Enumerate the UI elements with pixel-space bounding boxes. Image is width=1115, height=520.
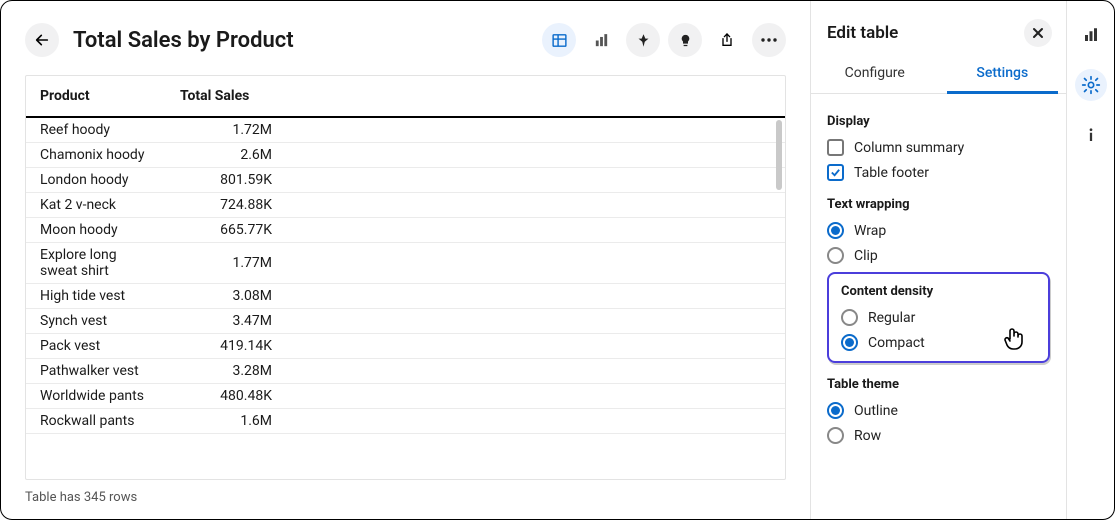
side-panel: Edit table Configure Settings Display Co… <box>810 1 1066 519</box>
table-row[interactable]: Chamonix hoody2.6M <box>26 143 785 168</box>
table-row[interactable]: Pack vest419.14K <box>26 334 785 359</box>
radio-icon <box>827 247 844 264</box>
column-header-total-sales[interactable]: Total Sales <box>166 76 284 117</box>
table-icon <box>551 32 568 49</box>
close-panel-button[interactable] <box>1024 19 1052 47</box>
section-table-theme-heading: Table theme <box>827 377 1050 392</box>
data-table: Product Total Sales Reef hoody1.72M Cham… <box>25 75 786 480</box>
insight-button[interactable] <box>668 23 702 57</box>
radio-icon <box>841 334 858 351</box>
more-icon <box>761 38 777 42</box>
checkbox-table-footer[interactable]: Table footer <box>827 164 1050 181</box>
pin-icon <box>636 33 651 48</box>
gear-icon <box>1081 75 1101 95</box>
scrollbar[interactable] <box>776 120 782 190</box>
table-row[interactable]: Worldwide pants480.48K <box>26 384 785 409</box>
rail-info-button[interactable] <box>1075 119 1107 151</box>
bar-chart-icon <box>593 32 610 49</box>
table-row[interactable]: Moon hoody665.77K <box>26 218 785 243</box>
table-row[interactable]: Kat 2 v-neck724.88K <box>26 193 785 218</box>
pin-button[interactable] <box>626 23 660 57</box>
rail-chart-button[interactable] <box>1075 19 1107 51</box>
close-icon <box>1032 27 1044 39</box>
radio-icon <box>827 222 844 239</box>
radio-icon <box>827 427 844 444</box>
tab-configure[interactable]: Configure <box>811 55 939 93</box>
arrow-left-icon <box>34 32 50 48</box>
rail-settings-button[interactable] <box>1075 69 1107 101</box>
radio-row[interactable]: Row <box>827 427 1050 444</box>
back-button[interactable] <box>25 23 59 57</box>
table-row[interactable]: Rockwall pants1.6M <box>26 409 785 434</box>
radio-compact[interactable]: Compact <box>841 334 1036 351</box>
share-button[interactable] <box>710 23 744 57</box>
view-chart-button[interactable] <box>584 23 618 57</box>
radio-wrap[interactable]: Wrap <box>827 222 1050 239</box>
view-table-button[interactable] <box>542 23 576 57</box>
table-row[interactable]: London hoody801.59K <box>26 168 785 193</box>
section-content-density-heading: Content density <box>841 284 1036 299</box>
side-tabs: Configure Settings <box>811 55 1066 94</box>
checkbox-column-summary[interactable]: Column summary <box>827 139 1050 156</box>
table-row[interactable]: High tide vest3.08M <box>26 284 785 309</box>
lightbulb-icon <box>678 33 693 48</box>
side-panel-title: Edit table <box>827 23 898 43</box>
radio-icon <box>841 309 858 326</box>
checkbox-icon <box>827 164 844 181</box>
bar-chart-icon <box>1082 26 1100 44</box>
radio-outline[interactable]: Outline <box>827 402 1050 419</box>
main-area: Total Sales by Product <box>1 1 810 519</box>
section-display-heading: Display <box>827 114 1050 129</box>
checkbox-icon <box>827 139 844 156</box>
page-header: Total Sales by Product <box>25 23 786 57</box>
section-text-wrapping-heading: Text wrapping <box>827 197 1050 212</box>
info-icon <box>1082 126 1100 144</box>
radio-clip[interactable]: Clip <box>827 247 1050 264</box>
column-header-product[interactable]: Product <box>26 76 166 117</box>
page-title: Total Sales by Product <box>73 28 528 53</box>
share-icon <box>719 32 735 48</box>
table-row[interactable]: Synch vest3.47M <box>26 309 785 334</box>
more-button[interactable] <box>752 23 786 57</box>
table-footer-note: Table has 345 rows <box>25 490 786 505</box>
right-rail <box>1066 1 1114 519</box>
table-body: Reef hoody1.72M Chamonix hoody2.6M Londo… <box>26 117 785 434</box>
tab-settings[interactable]: Settings <box>939 55 1067 93</box>
radio-icon <box>827 402 844 419</box>
toolbar <box>542 23 786 57</box>
settings-panel: Display Column summary Table footer Text… <box>811 94 1066 519</box>
table-header-row: Product Total Sales <box>26 76 785 117</box>
table-row[interactable]: Explore long sweat shirt1.77M <box>26 243 785 284</box>
content-density-group: Content density Regular Compact <box>827 272 1050 363</box>
table-row[interactable]: Pathwalker vest3.28M <box>26 359 785 384</box>
radio-regular[interactable]: Regular <box>841 309 1036 326</box>
table-row[interactable]: Reef hoody1.72M <box>26 117 785 143</box>
